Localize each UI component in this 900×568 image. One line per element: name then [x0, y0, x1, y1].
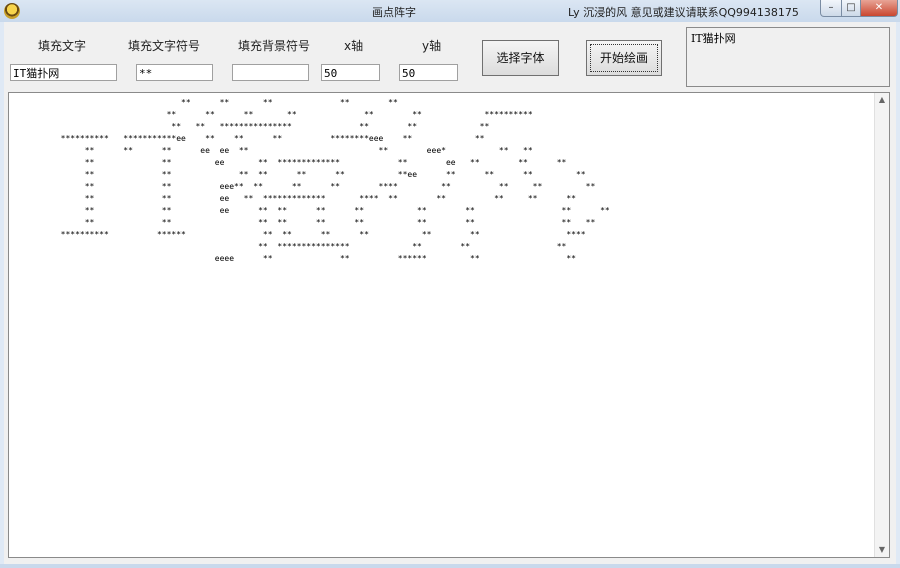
output-textarea[interactable]: ** ** ** ** ** ** ** ** ** ** ** *******… [8, 92, 890, 558]
background-symbol-input[interactable] [232, 64, 309, 81]
choose-font-button[interactable]: 选择字体 [482, 40, 559, 76]
fill-text-input[interactable]: IT猫扑网 [10, 64, 117, 81]
font-preview-label: IT猫扑网 [686, 27, 890, 87]
ascii-art-output: ** ** ** ** ** ** ** ** ** ** ** *******… [60, 98, 610, 263]
close-button[interactable]: ✕ [860, 0, 898, 17]
fill-text-label: 填充文字 [38, 39, 87, 53]
start-draw-button[interactable]: 开始绘画 [586, 40, 662, 76]
maximize-button[interactable]: □ [841, 0, 861, 17]
app-icon [4, 3, 20, 19]
main-form: 填充文字 IT猫扑网 填充文字符号 ** 填充背景符号 x轴 50 y轴 50 … [4, 22, 896, 564]
y-axis-input[interactable]: 50 [399, 64, 458, 81]
scroll-up-arrow-icon[interactable]: ▲ [875, 93, 889, 107]
window-title: 画点阵字 [372, 6, 416, 19]
background-symbol-label: 填充背景符号 [238, 39, 311, 53]
y-axis-label: y轴 [422, 39, 442, 53]
author-info: Ly 沉浸的风 意见或建议请联系QQ994138175 [568, 6, 799, 19]
window-bottom-border [0, 564, 900, 568]
vertical-scrollbar[interactable]: ▲ ▼ [874, 93, 889, 557]
title-bar: 画点阵字 Ly 沉浸的风 意见或建议请联系QQ994138175 – □ ✕ [0, 0, 900, 22]
fill-symbol-label: 填充文字符号 [128, 39, 201, 53]
x-axis-input[interactable]: 50 [321, 64, 380, 81]
x-axis-label: x轴 [344, 39, 364, 53]
scroll-down-arrow-icon[interactable]: ▼ [875, 543, 889, 557]
minimize-button[interactable]: – [820, 0, 842, 17]
fill-symbol-input[interactable]: ** [136, 64, 213, 81]
